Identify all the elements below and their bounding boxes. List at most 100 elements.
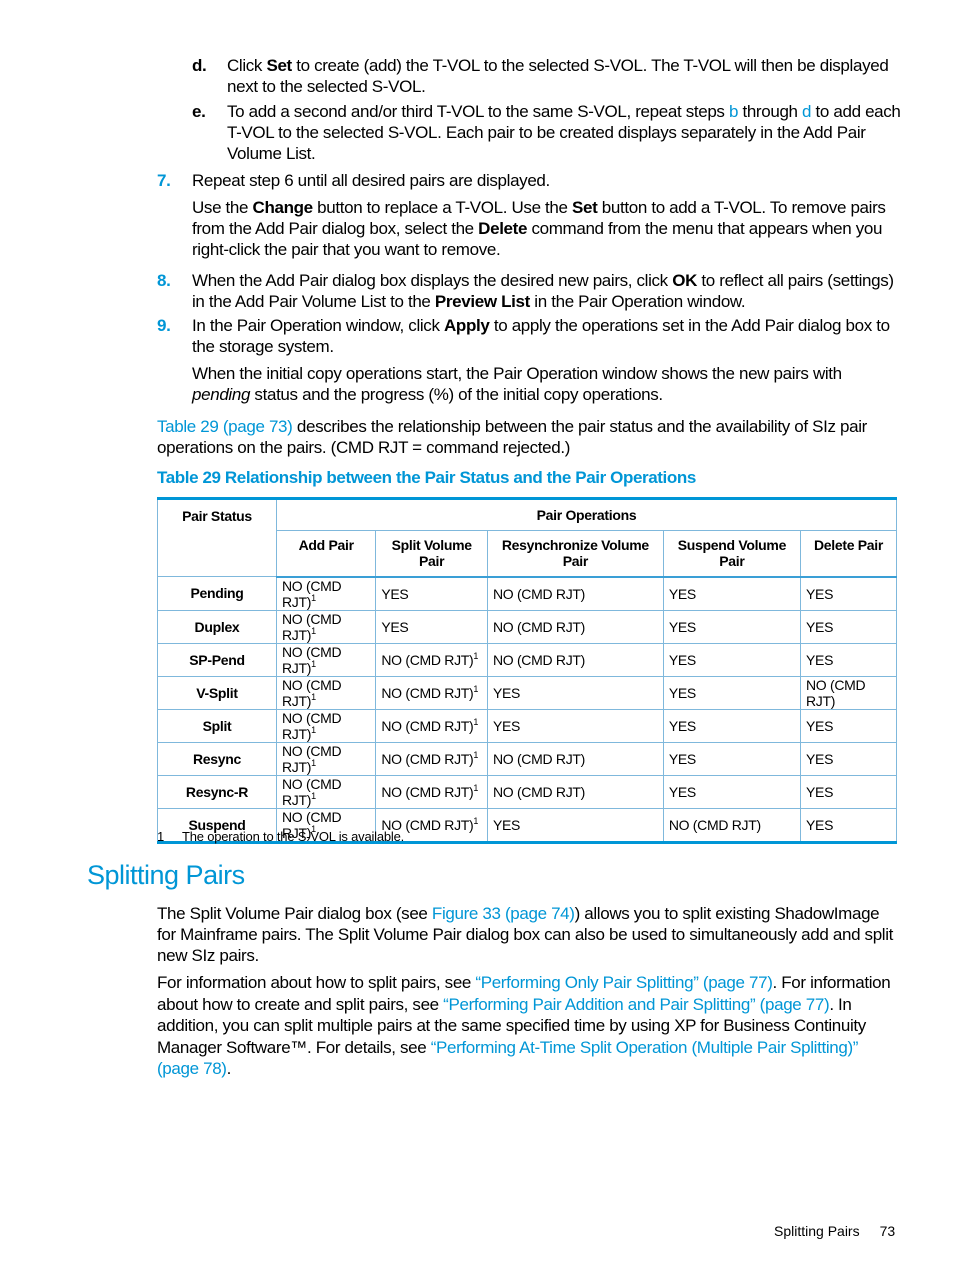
- step-label: d.: [192, 56, 207, 75]
- cell-value: NO (CMD RJT): [806, 676, 866, 709]
- cell-value: YES: [806, 750, 834, 767]
- footnote-ref: 1: [311, 757, 316, 768]
- xref-link-addition-splitting[interactable]: “Performing Pair Addition and Pair Split…: [443, 995, 829, 1014]
- table-cell: NO (CMD RJT)1: [275, 708, 377, 743]
- cell-value: NO (CMD RJT): [668, 816, 761, 833]
- header-pair-operations: Pair Operations: [276, 497, 897, 531]
- table-cell: NO (CMD RJT)1: [375, 774, 488, 809]
- table-cell: YES: [486, 675, 664, 710]
- table-cell: YES: [800, 708, 897, 743]
- step-label: e.: [192, 102, 206, 121]
- table-row: SP-Pend NO (CMD RJT)1 NO (CMD RJT)1 NO (CMD…: [157, 642, 897, 677]
- step-7: 7. Repeat step 6 until all desired pairs…: [157, 170, 902, 260]
- table-row: Resync-R NO (CMD RJT)1 NO (CMD RJT)1 NO (CM…: [157, 774, 897, 809]
- cell-value: YES: [806, 783, 834, 800]
- table-cell: YES: [662, 576, 802, 611]
- cell-value: NO (CMD RJT): [381, 717, 474, 734]
- step-label: 8.: [157, 271, 171, 290]
- table-cell: YES: [662, 708, 802, 743]
- table-cell: NO (CMD RJT): [800, 675, 897, 710]
- table-cell: NO (CMD RJT): [486, 774, 664, 809]
- step-link-d[interactable]: d: [802, 102, 811, 121]
- row-status: Pending: [157, 576, 277, 611]
- table-cell: YES: [800, 807, 897, 844]
- table-row: Duplex NO (CMD RJT)1 YES NO (CMD RJT) YES YES: [157, 609, 897, 644]
- cell-value: NO (CMD RJT): [492, 750, 586, 767]
- cell-value: NO (CMD RJT): [381, 750, 474, 767]
- table-cell: NO (CMD RJT)1: [275, 675, 377, 710]
- footnote-ref: 1: [473, 749, 479, 760]
- table-cell: YES: [662, 741, 802, 776]
- table-cell: NO (CMD RJT)1: [275, 642, 377, 677]
- section-paragraph-2: For information about how to split pairs…: [157, 973, 891, 1078]
- table-cell: NO (CMD RJT)1: [275, 741, 377, 776]
- pair-operations-table: Pair Status Pair Operations Add Pair Spli…: [157, 497, 897, 844]
- table-cell: NO (CMD RJT)1: [275, 576, 377, 611]
- column-header: Split Volume Pair: [375, 530, 488, 578]
- step-8: 8. When the Add Pair dialog box displays…: [157, 270, 902, 312]
- cell-value: YES: [492, 717, 521, 734]
- table-cell: YES: [800, 642, 897, 677]
- step-text: Click Set to create (add) the T-VOL to t…: [227, 56, 889, 96]
- row-status: Resync-R: [157, 774, 277, 809]
- footnote-ref: 1: [473, 815, 479, 826]
- step-text: When the Add Pair dialog box displays th…: [192, 271, 894, 311]
- table-link[interactable]: Table 29 (page 73): [157, 417, 293, 436]
- cell-value: YES: [668, 717, 696, 734]
- row-status: Duplex: [157, 609, 277, 644]
- step-label: 9.: [157, 316, 171, 335]
- footnote-ref: 1: [311, 658, 316, 669]
- table-cell: NO (CMD RJT)1: [275, 774, 377, 809]
- table-cell: YES: [662, 642, 802, 677]
- table-cell: YES: [800, 741, 897, 776]
- table-cell: NO (CMD RJT)1: [375, 675, 488, 710]
- table-cell: YES: [375, 609, 488, 644]
- ui-term: Set: [266, 56, 292, 75]
- step-note: Use the Change button to replace a T-VOL…: [192, 198, 886, 259]
- cell-value: YES: [492, 816, 521, 833]
- table-row: V-Split NO (CMD RJT)1 NO (CMD RJT)1 YES YES N…: [157, 675, 897, 710]
- table-cell: NO (CMD RJT): [486, 642, 664, 677]
- section-title: Splitting Pairs: [87, 860, 245, 890]
- footnote-ref: 1: [473, 782, 479, 793]
- step-9: 9. In the Pair Operation window, click A…: [157, 315, 902, 405]
- table-row: Split NO (CMD RJT)1 NO (CMD RJT)1 YES YES YES: [157, 708, 897, 743]
- footnote-ref: 1: [473, 650, 479, 661]
- column-header: Add Pair: [275, 530, 377, 578]
- row-status: Resync: [157, 741, 277, 776]
- step-link-b[interactable]: b: [729, 102, 738, 121]
- cell-value: YES: [668, 618, 696, 635]
- footnote-ref: 1: [311, 625, 316, 636]
- table-cell: YES: [800, 609, 897, 644]
- step-text: In the Pair Operation window, click Appl…: [192, 316, 890, 356]
- table-cell: YES: [662, 609, 802, 644]
- cell-value: YES: [668, 651, 696, 668]
- step-d: d. Click Set to create (add) the T-VOL t…: [192, 55, 902, 97]
- table-footnote: 1 The operation to the S-VOL is available…: [157, 829, 405, 844]
- figure-link[interactable]: Figure 33 (page 74): [432, 904, 575, 923]
- cell-value: NO (CMD RJT): [492, 585, 586, 602]
- table-cell: NO (CMD RJT)1: [375, 741, 488, 776]
- step-label: 7.: [157, 171, 171, 190]
- table-cell: YES: [800, 576, 897, 611]
- table-cell: YES: [662, 774, 802, 809]
- table-cell: NO (CMD RJT): [486, 741, 664, 776]
- footnote-ref: 1: [311, 724, 316, 735]
- table-cell: NO (CMD RJT): [486, 609, 664, 644]
- xref-link-only-splitting[interactable]: “Performing Only Pair Splitting” (page 7…: [475, 973, 772, 992]
- table-intro: Table 29 (page 73) describes the relatio…: [157, 417, 867, 457]
- table-cell: YES: [486, 708, 664, 743]
- column-header: Resynchronize Volume Pair: [486, 530, 664, 578]
- table-cell: NO (CMD RJT)1: [375, 708, 488, 743]
- row-status: Split: [157, 708, 277, 743]
- footnote-ref: 1: [311, 691, 316, 702]
- footer-section: Splitting Pairs: [774, 1223, 860, 1239]
- footnote-ref: 1: [473, 683, 479, 694]
- cell-value: YES: [806, 585, 834, 602]
- section-paragraph-1: The Split Volume Pair dialog box (see Fi…: [157, 904, 894, 965]
- table-cell: NO (CMD RJT): [662, 807, 802, 844]
- cell-value: YES: [806, 816, 834, 833]
- cell-value: YES: [668, 585, 696, 602]
- table-row: Pending NO (CMD RJT)1 YES NO (CMD RJT) YES YE…: [157, 576, 897, 611]
- table-caption: Table 29 Relationship between the Pair S…: [157, 468, 696, 487]
